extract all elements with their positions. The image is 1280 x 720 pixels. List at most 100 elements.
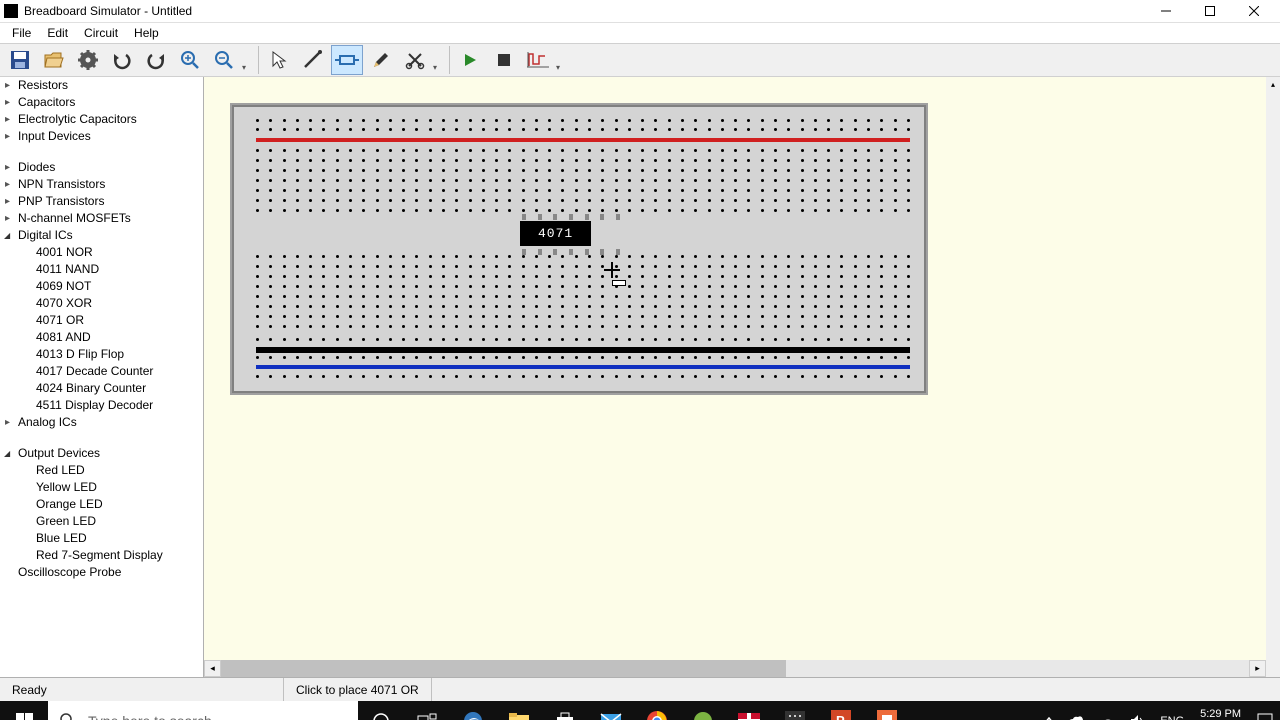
edit-tool[interactable] xyxy=(365,45,397,75)
tree-item[interactable]: 4017 Decade Counter xyxy=(0,363,203,380)
tray-language[interactable]: ENG xyxy=(1153,701,1191,720)
run-button[interactable] xyxy=(454,45,486,75)
tree-category[interactable]: Output Devices xyxy=(0,445,203,462)
taskbar-app1[interactable] xyxy=(680,701,726,720)
redo-button[interactable] xyxy=(140,45,172,75)
scroll-right-arrow[interactable]: ▸ xyxy=(1249,660,1266,677)
tie-point-row[interactable] xyxy=(256,159,910,163)
undo-button[interactable] xyxy=(106,45,138,75)
tray-clock[interactable]: 5:29 PM 4/5/2020 xyxy=(1191,701,1250,720)
menu-file[interactable]: File xyxy=(4,24,39,42)
tree-item[interactable]: Red LED xyxy=(0,462,203,479)
tray-onedrive[interactable] xyxy=(1061,701,1093,720)
taskbar-chrome[interactable] xyxy=(634,701,680,720)
tree-category[interactable]: Resistors xyxy=(0,77,203,94)
cortana-button[interactable] xyxy=(358,701,404,720)
tree-item[interactable]: Red 7-Segment Display xyxy=(0,547,203,564)
tree-category[interactable]: Electrolytic Capacitors xyxy=(0,111,203,128)
scroll-up-arrow[interactable]: ▴ xyxy=(1266,77,1280,91)
tie-point-row[interactable] xyxy=(256,305,910,309)
tie-point-row[interactable] xyxy=(256,189,910,193)
tree-category[interactable]: Digital ICs xyxy=(0,227,203,244)
tree-item[interactable]: Yellow LED xyxy=(0,479,203,496)
zoom-dropdown[interactable]: ▾ xyxy=(242,46,250,74)
tray-notifications[interactable] xyxy=(1250,701,1280,720)
tie-point-row[interactable] xyxy=(256,325,910,329)
pointer-tool[interactable] xyxy=(263,45,295,75)
scope-dropdown[interactable]: ▾ xyxy=(556,46,564,74)
scroll-track[interactable] xyxy=(221,660,1249,677)
ic-chip-4071[interactable]: 4071 xyxy=(520,221,591,246)
open-button[interactable] xyxy=(38,45,70,75)
tray-expand[interactable] xyxy=(1037,701,1061,720)
vertical-scrollbar[interactable]: ▴ xyxy=(1266,77,1280,677)
save-button[interactable] xyxy=(4,45,36,75)
cut-tool[interactable] xyxy=(399,45,431,75)
tree-item[interactable]: Orange LED xyxy=(0,496,203,513)
tree-category[interactable]: Diodes xyxy=(0,159,203,176)
scroll-thumb[interactable] xyxy=(221,660,786,677)
close-button[interactable] xyxy=(1232,0,1276,22)
power-rail-positive[interactable] xyxy=(256,138,910,142)
tree-category[interactable]: Input Devices xyxy=(0,128,203,145)
tie-point-row[interactable] xyxy=(256,255,910,259)
tie-point-row[interactable] xyxy=(256,356,910,360)
tie-point-row[interactable] xyxy=(256,295,910,299)
tie-point-row[interactable] xyxy=(256,119,910,123)
tree-category[interactable]: N-channel MOSFETs xyxy=(0,210,203,227)
tree-item[interactable]: 4070 XOR xyxy=(0,295,203,312)
menu-edit[interactable]: Edit xyxy=(39,24,76,42)
wire-tool[interactable] xyxy=(297,45,329,75)
tree-item[interactable]: 4511 Display Decoder xyxy=(0,397,203,414)
tie-point-row[interactable] xyxy=(256,275,910,279)
tree-item[interactable]: Green LED xyxy=(0,513,203,530)
tie-point-row[interactable] xyxy=(256,128,910,132)
taskbar-recorder[interactable] xyxy=(864,701,910,720)
taskbar-app2[interactable] xyxy=(726,701,772,720)
taskbar-search[interactable]: Type here to search xyxy=(48,701,358,720)
taskbar-ppt[interactable]: P xyxy=(818,701,864,720)
tree-category[interactable]: PNP Transistors xyxy=(0,193,203,210)
tie-point-row[interactable] xyxy=(256,375,910,379)
power-rail-ground[interactable] xyxy=(256,347,910,353)
tree-item[interactable]: 4013 D Flip Flop xyxy=(0,346,203,363)
task-view-button[interactable] xyxy=(404,701,450,720)
scope-button[interactable] xyxy=(522,45,554,75)
horizontal-scrollbar[interactable]: ◂ ▸ xyxy=(204,660,1266,677)
tree-category[interactable]: Capacitors xyxy=(0,94,203,111)
tree-item[interactable]: 4024 Binary Counter xyxy=(0,380,203,397)
tree-item[interactable]: 4001 NOR xyxy=(0,244,203,261)
taskbar-edge[interactable] xyxy=(450,701,496,720)
tie-point-row[interactable] xyxy=(256,149,910,153)
tie-point-row[interactable] xyxy=(256,169,910,173)
tree-item[interactable]: 4011 NAND xyxy=(0,261,203,278)
tie-point-row[interactable] xyxy=(256,315,910,319)
zoom-in-button[interactable] xyxy=(174,45,206,75)
stop-button[interactable] xyxy=(488,45,520,75)
tree-category[interactable]: Oscilloscope Probe xyxy=(0,564,203,581)
tool-dropdown[interactable]: ▾ xyxy=(433,46,441,74)
tie-point-row[interactable] xyxy=(256,199,910,203)
scroll-left-arrow[interactable]: ◂ xyxy=(204,660,221,677)
tree-item[interactable]: 4081 AND xyxy=(0,329,203,346)
tie-point-row[interactable] xyxy=(256,338,910,342)
tree-item[interactable]: 4069 NOT xyxy=(0,278,203,295)
taskbar-explorer[interactable] xyxy=(496,701,542,720)
tree-category[interactable]: Analog ICs xyxy=(0,414,203,431)
menu-circuit[interactable]: Circuit xyxy=(76,24,126,42)
zoom-out-button[interactable] xyxy=(208,45,240,75)
tie-point-row[interactable] xyxy=(256,209,910,213)
component-tree[interactable]: ResistorsCapacitorsElectrolytic Capacito… xyxy=(0,77,204,677)
tray-network[interactable] xyxy=(1093,701,1123,720)
tie-point-row[interactable] xyxy=(256,265,910,269)
taskbar-app-current[interactable] xyxy=(772,701,818,720)
start-button[interactable] xyxy=(0,701,48,720)
tie-point-row[interactable] xyxy=(256,285,910,289)
tree-item[interactable]: Blue LED xyxy=(0,530,203,547)
canvas-area[interactable]: ▴ 4071 ◂ ▸ xyxy=(204,77,1280,677)
settings-button[interactable] xyxy=(72,45,104,75)
tie-point-row[interactable] xyxy=(256,179,910,183)
menu-help[interactable]: Help xyxy=(126,24,167,42)
taskbar-mail[interactable] xyxy=(588,701,634,720)
tray-volume[interactable] xyxy=(1123,701,1153,720)
